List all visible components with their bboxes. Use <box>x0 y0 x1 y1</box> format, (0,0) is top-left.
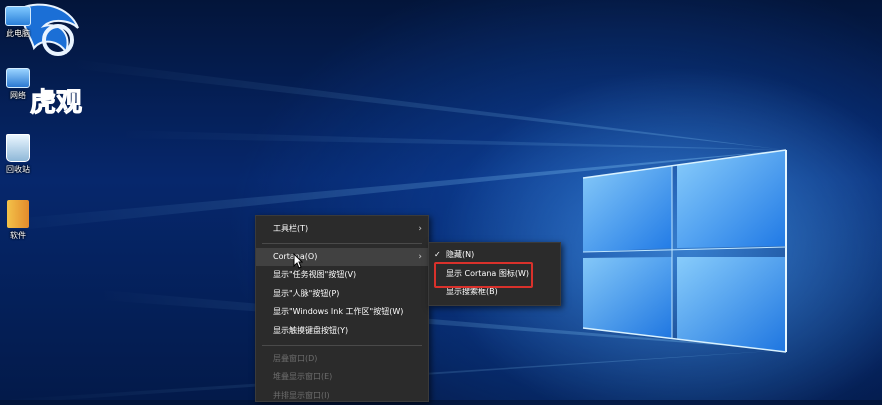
menu-item-label: 隐藏(N) <box>446 250 475 259</box>
network-icon <box>6 68 30 88</box>
menu-item-label: 工具栏(T) <box>273 224 309 233</box>
menu-item-cascade-windows: 层叠窗口(D) <box>256 350 428 369</box>
menu-item-label: 层叠窗口(D) <box>273 353 318 363</box>
menu-item-label: 显示"人脉"按钮(P) <box>273 288 340 298</box>
desktop-icon-label: 此电脑 <box>6 29 30 38</box>
menu-item-show-touch-keyboard-button[interactable]: 显示触摸键盘按钮(Y) <box>256 322 428 341</box>
menu-item-show-windows-ink-button[interactable]: 显示"Windows Ink 工作区"按钮(W) <box>256 303 428 322</box>
desktop-icon-label: 软件 <box>10 231 26 240</box>
desktop-icon-label: 回收站 <box>6 165 30 174</box>
folder-icon <box>7 200 29 228</box>
chevron-right-icon: › <box>418 251 422 262</box>
desktop-icon-this-pc[interactable]: 此电脑 <box>0 6 36 39</box>
menu-item-side-by-side-windows: 并排显示窗口(I) <box>256 387 428 405</box>
menu-item-show-task-view-button[interactable]: 显示"任务视图"按钮(V) <box>256 266 428 285</box>
windows-wallpaper-logo <box>0 60 787 400</box>
desktop-icon-network[interactable]: 网络 <box>0 68 36 101</box>
desktop-icon-recycle-bin[interactable]: 回收站 <box>0 134 36 175</box>
watermark-text: 虎观 <box>29 88 83 119</box>
menu-item-stack-windows: 堆叠显示窗口(E) <box>256 368 428 387</box>
taskbar-context-menu: 工具栏(T) › Cortana(O) › 显示"任务视图"按钮(V) 显示"人… <box>255 215 429 402</box>
menu-item-label: 并排显示窗口(I) <box>273 390 330 400</box>
menu-item-show-people-button[interactable]: 显示"人脉"按钮(P) <box>256 285 428 304</box>
menu-separator <box>262 344 422 346</box>
mouse-cursor-icon <box>293 253 303 269</box>
chevron-right-icon: › <box>418 224 422 234</box>
computer-icon <box>5 6 31 26</box>
menu-item-label: 显示触摸键盘按钮(Y) <box>273 325 349 335</box>
menu-item-label: 显示搜索框(B) <box>446 287 498 297</box>
menu-item-label: 显示"任务视图"按钮(V) <box>273 270 357 280</box>
menu-item-cortana[interactable]: Cortana(O) › <box>256 247 428 267</box>
desktop-icon-software[interactable]: 软件 <box>0 200 36 241</box>
menu-item-label: 显示"Windows Ink 工作区"按钮(W) <box>273 307 404 317</box>
annotation-highlight-box <box>434 262 533 288</box>
recycle-bin-icon <box>6 134 30 162</box>
menu-item-label: 堆叠显示窗口(E) <box>273 372 333 382</box>
desktop-icon-label: 网络 <box>10 91 26 100</box>
menu-item-toolbars[interactable]: 工具栏(T) › <box>256 220 428 239</box>
menu-separator <box>262 242 422 244</box>
